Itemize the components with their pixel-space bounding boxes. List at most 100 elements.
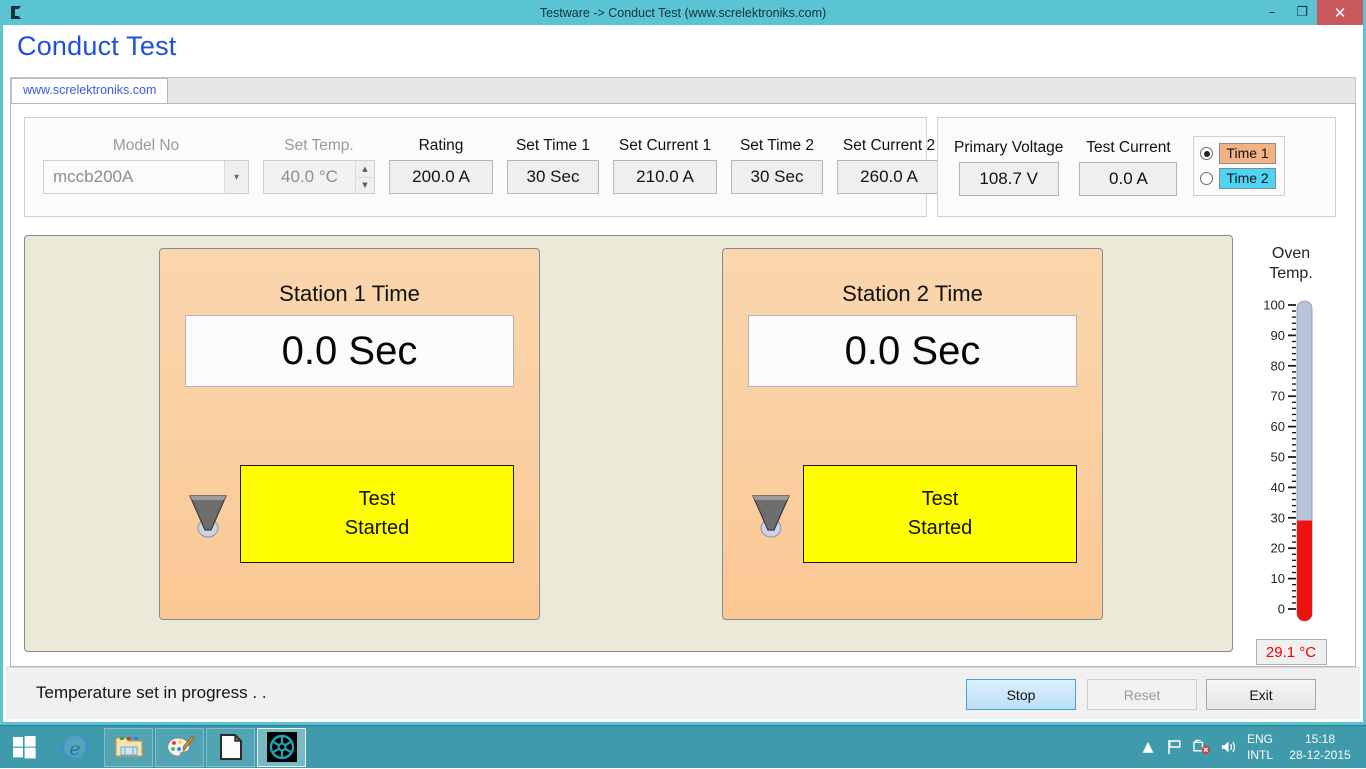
- oven-temp-title-line-1: Oven: [1237, 244, 1345, 264]
- svg-text:70: 70: [1271, 389, 1285, 404]
- paint-palette-icon: [165, 733, 195, 761]
- app-logo-icon: [3, 0, 29, 25]
- station-1-status-line-1: Test: [359, 485, 396, 514]
- network-error-icon[interactable]: [1193, 738, 1211, 756]
- clock[interactable]: 15:18 28-12-2015: [1282, 731, 1358, 763]
- primary-voltage-value: 108.7 V: [959, 162, 1059, 196]
- svg-text:50: 50: [1271, 450, 1285, 465]
- label-rating: Rating: [419, 137, 464, 155]
- station-2-status-row: Test Started: [749, 465, 1077, 563]
- label-test-current: Test Current: [1086, 139, 1170, 157]
- document-icon: [219, 733, 243, 761]
- language-indicator[interactable]: ENG INTL: [1247, 731, 1273, 763]
- radio-label-time-2: Time 2: [1219, 168, 1275, 189]
- field-model-no: Model No mccb200A ▾: [43, 137, 249, 194]
- status-bar: Temperature set in progress . . Stop Res…: [6, 667, 1360, 719]
- windows-start-icon[interactable]: [0, 726, 48, 769]
- station-2-status-line-2: Started: [908, 514, 972, 543]
- window-titlebar[interactable]: Testware -> Conduct Test (www.screlektro…: [3, 0, 1363, 25]
- station-1-time-readout: 0.0 Sec: [185, 315, 514, 387]
- model-no-value: mccb200A: [44, 167, 133, 187]
- label-set-time-1: Set Time 1: [516, 137, 590, 155]
- label-model-no: Model No: [113, 137, 179, 155]
- spinner-down-icon[interactable]: ▼: [356, 178, 374, 194]
- station-1-status-box: Test Started: [240, 465, 514, 563]
- live-readouts-group: Primary Voltage 108.7 V Test Current 0.0…: [937, 117, 1336, 217]
- funnel-icon: [749, 490, 793, 538]
- model-no-combo[interactable]: mccb200A ▾: [43, 160, 249, 194]
- taskbar-item-testware[interactable]: [257, 728, 306, 767]
- minimize-button[interactable]: –: [1257, 0, 1287, 25]
- field-rating: Rating 200.0 A: [389, 137, 493, 194]
- label-primary-voltage: Primary Voltage: [954, 139, 1063, 157]
- content-body: Model No mccb200A ▾ Set Temp. 40.0 °C ▲ …: [10, 103, 1356, 667]
- svg-text:40: 40: [1271, 480, 1285, 495]
- taskbar-item-file-explorer[interactable]: [104, 728, 153, 767]
- language-line-1: ENG: [1247, 731, 1273, 747]
- svg-text:e: e: [69, 738, 80, 760]
- language-line-2: INTL: [1247, 747, 1273, 763]
- set-current-2-value: 260.0 A: [837, 160, 941, 194]
- set-temp-spinner[interactable]: 40.0 °C ▲ ▼: [263, 160, 375, 194]
- test-parameters-group: Model No mccb200A ▾ Set Temp. 40.0 °C ▲ …: [24, 117, 927, 217]
- stop-button[interactable]: Stop: [966, 679, 1076, 710]
- svg-text:0: 0: [1278, 602, 1285, 617]
- station-1-panel: Station 1 Time 0.0 Sec Test Started: [159, 248, 540, 620]
- svg-text:90: 90: [1271, 328, 1285, 343]
- field-set-current-1: Set Current 1 210.0 A: [613, 137, 717, 194]
- label-set-current-2: Set Current 2: [843, 137, 935, 155]
- taskbar-item-internet-explorer[interactable]: e: [48, 728, 102, 767]
- application-window: Testware -> Conduct Test (www.screlektro…: [0, 0, 1366, 725]
- label-set-current-1: Set Current 1: [619, 137, 711, 155]
- internet-explorer-icon: e: [60, 732, 90, 762]
- chevron-down-icon[interactable]: ▾: [224, 161, 248, 193]
- radio-time-1[interactable]: [1200, 147, 1213, 160]
- reset-button: Reset: [1087, 679, 1197, 710]
- station-2-time-readout: 0.0 Sec: [748, 315, 1077, 387]
- close-button[interactable]: ✕: [1317, 0, 1363, 25]
- set-time-2-value: 30 Sec: [731, 160, 823, 194]
- radio-label-time-1: Time 1: [1219, 143, 1275, 164]
- station-1-status-row: Test Started: [186, 465, 514, 563]
- taskbar-item-document[interactable]: [206, 728, 255, 767]
- test-stage: Station 1 Time 0.0 Sec Test Started: [24, 235, 1233, 652]
- radio-time-2[interactable]: [1200, 172, 1213, 185]
- label-set-temp: Set Temp.: [284, 137, 354, 155]
- test-current-value: 0.0 A: [1079, 162, 1177, 196]
- field-set-current-2: Set Current 2 260.0 A: [837, 137, 941, 194]
- window-title: Testware -> Conduct Test (www.screlektro…: [3, 6, 1363, 20]
- oven-temp-title-line-2: Temp.: [1237, 264, 1345, 284]
- radio-row-time-2[interactable]: Time 2: [1200, 168, 1284, 189]
- set-temp-value: 40.0 °C: [264, 161, 355, 193]
- folder-icon: [114, 734, 144, 760]
- station-2-status-line-1: Test: [922, 485, 959, 514]
- exit-button[interactable]: Exit: [1206, 679, 1316, 710]
- field-set-time-2: Set Time 2 30 Sec: [731, 137, 823, 194]
- radio-row-time-1[interactable]: Time 1: [1200, 143, 1284, 164]
- oven-temp-title: Oven Temp.: [1237, 244, 1345, 284]
- svg-text:60: 60: [1271, 419, 1285, 434]
- set-current-1-value: 210.0 A: [613, 160, 717, 194]
- funnel-icon: [186, 490, 230, 538]
- rating-value: 200.0 A: [389, 160, 493, 194]
- svg-text:10: 10: [1271, 571, 1285, 586]
- field-set-temp: Set Temp. 40.0 °C ▲ ▼: [263, 137, 375, 194]
- taskbar-item-paint[interactable]: [155, 728, 204, 767]
- time-selector-group: Time 1 Time 2: [1193, 136, 1285, 196]
- thermometer-svg: 0102030405060708090100: [1237, 291, 1345, 631]
- oven-temp-value: 29.1 °C: [1256, 639, 1327, 665]
- svg-text:20: 20: [1271, 541, 1285, 556]
- svg-text:80: 80: [1271, 358, 1285, 373]
- field-primary-voltage: Primary Voltage 108.7 V: [954, 139, 1063, 196]
- flag-icon[interactable]: [1166, 738, 1184, 756]
- station-1-title: Station 1 Time: [160, 281, 539, 307]
- spinner-up-icon[interactable]: ▲: [356, 161, 374, 178]
- svg-text:100: 100: [1263, 298, 1285, 313]
- station-1-status-line-2: Started: [345, 514, 409, 543]
- tab-screlektroniks[interactable]: www.screlektroniks.com: [11, 78, 168, 104]
- speaker-icon[interactable]: [1220, 738, 1238, 756]
- station-2-panel: Station 2 Time 0.0 Sec Test Started: [722, 248, 1103, 620]
- window-controls: – ❐ ✕: [1257, 0, 1363, 25]
- restore-button[interactable]: ❐: [1287, 0, 1317, 25]
- show-hidden-icons-icon[interactable]: ▲: [1139, 738, 1157, 756]
